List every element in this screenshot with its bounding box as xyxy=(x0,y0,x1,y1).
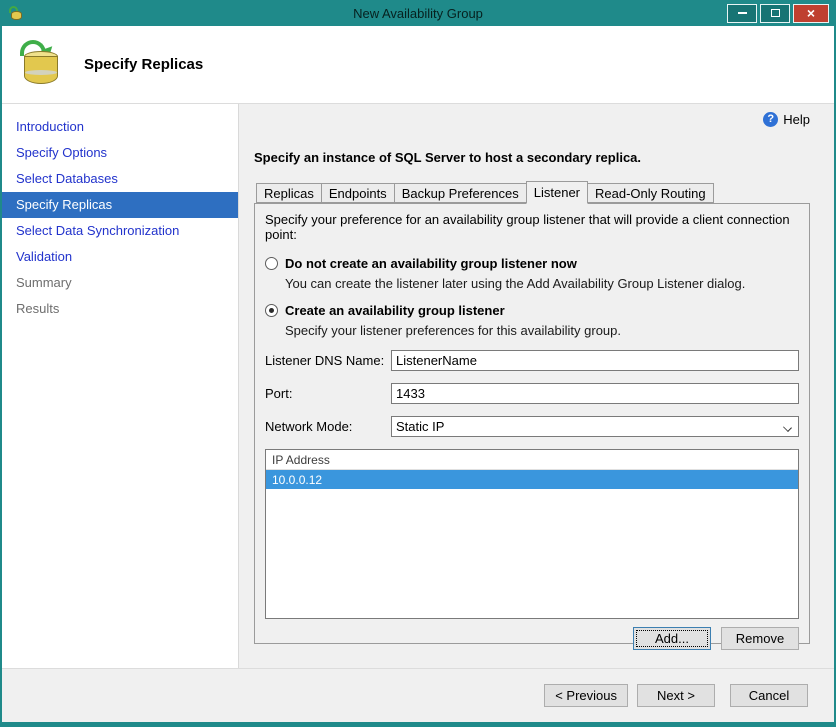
network-mode-label: Network Mode: xyxy=(265,419,353,434)
tab-strip: Replicas Endpoints Backup Preferences Li… xyxy=(254,181,810,204)
radio-no-listener-label: Do not create an availability group list… xyxy=(285,256,577,271)
minimize-icon xyxy=(737,12,747,14)
tab-replicas[interactable]: Replicas xyxy=(256,183,322,203)
dns-name-row: Listener DNS Name: xyxy=(265,350,799,371)
port-row: Port: xyxy=(265,383,799,404)
next-button[interactable]: Next > xyxy=(637,684,715,707)
radio-no-listener-circle[interactable] xyxy=(265,257,278,270)
port-input[interactable] xyxy=(391,383,799,404)
sidebar-item-introduction[interactable]: Introduction xyxy=(2,114,238,140)
listener-tab-page: Specify your preference for an availabil… xyxy=(254,203,810,650)
wizard-footer: < Previous Next > Cancel xyxy=(2,668,834,722)
radio-create-listener[interactable]: Create an availability group listener xyxy=(265,303,799,318)
ip-address-list[interactable]: IP Address 10.0.0.12 xyxy=(265,449,799,619)
listener-intro-text: Specify your preference for an availabil… xyxy=(265,212,790,242)
main-panel: ? Help Specify an instance of SQL Server… xyxy=(239,104,834,668)
ip-address-column-header[interactable]: IP Address xyxy=(266,450,798,470)
wizard-steps-sidebar: Introduction Specify Options Select Data… xyxy=(2,104,239,668)
help-link[interactable]: ? Help xyxy=(254,110,810,128)
network-mode-dropdown[interactable]: Static IP xyxy=(391,416,799,437)
remove-button[interactable]: Remove xyxy=(721,627,799,650)
availability-group-icon xyxy=(18,39,66,90)
tab-listener[interactable]: Listener xyxy=(525,181,589,204)
sidebar-item-select-databases[interactable]: Select Databases xyxy=(2,166,238,192)
sidebar-item-specify-options[interactable]: Specify Options xyxy=(2,140,238,166)
titlebar: New Availability Group × xyxy=(2,0,834,26)
radio-create-listener-desc: Specify your listener preferences for th… xyxy=(285,323,621,338)
chevron-down-icon xyxy=(783,423,792,432)
radio-create-listener-label: Create an availability group listener xyxy=(285,303,505,318)
maximize-icon xyxy=(770,9,780,17)
minimize-button[interactable] xyxy=(727,3,757,23)
window-title: New Availability Group xyxy=(353,5,483,21)
maximize-button[interactable] xyxy=(760,3,790,23)
network-mode-value: Static IP xyxy=(396,419,445,434)
help-icon: ? xyxy=(763,111,779,127)
close-button[interactable]: × xyxy=(793,3,829,23)
ip-address-row[interactable]: 10.0.0.12 xyxy=(266,470,798,489)
cancel-button[interactable]: Cancel xyxy=(730,684,808,707)
window-controls: × xyxy=(727,3,834,23)
tab-endpoints[interactable]: Endpoints xyxy=(320,183,395,203)
radio-no-listener-desc: You can create the listener later using … xyxy=(285,276,746,291)
sidebar-item-select-data-sync[interactable]: Select Data Synchronization xyxy=(2,218,238,244)
sidebar-item-specify-replicas[interactable]: Specify Replicas xyxy=(2,192,238,218)
previous-button[interactable]: < Previous xyxy=(544,684,628,707)
wizard-header: Specify Replicas xyxy=(2,26,834,104)
body: Introduction Specify Options Select Data… xyxy=(2,104,834,668)
instruction-text: Specify an instance of SQL Server to hos… xyxy=(254,150,642,165)
tab-backup-preferences[interactable]: Backup Preferences xyxy=(393,183,527,203)
network-mode-row: Network Mode: Static IP xyxy=(265,416,799,437)
port-label: Port: xyxy=(265,386,293,401)
ip-list-buttons: Add... Remove xyxy=(265,627,799,650)
sidebar-item-results: Results xyxy=(16,301,60,316)
dns-name-label: Listener DNS Name: xyxy=(265,353,385,368)
add-button[interactable]: Add... xyxy=(633,627,711,650)
sidebar-item-validation[interactable]: Validation xyxy=(2,244,238,270)
sidebar-item-summary: Summary xyxy=(16,275,72,290)
database-cylinder-band xyxy=(25,69,57,75)
radio-no-listener[interactable]: Do not create an availability group list… xyxy=(265,256,799,271)
new-availability-group-window: New Availability Group × Specify Replica… xyxy=(0,0,836,727)
close-icon: × xyxy=(806,5,816,21)
help-label: Help xyxy=(783,111,810,127)
tab-read-only-routing[interactable]: Read-Only Routing xyxy=(587,183,714,203)
page-title: Specify Replicas xyxy=(84,56,204,73)
radio-create-listener-circle[interactable] xyxy=(265,304,278,317)
dns-name-input[interactable] xyxy=(391,350,799,371)
